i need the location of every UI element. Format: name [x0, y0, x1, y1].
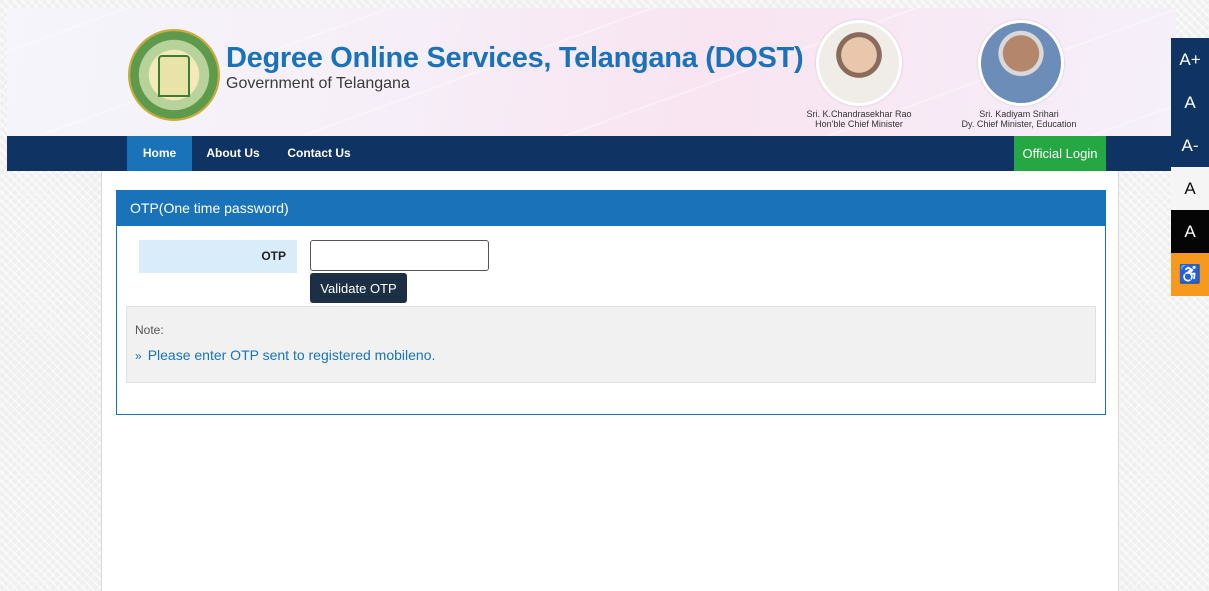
- normal-font-button[interactable]: A: [1171, 81, 1209, 124]
- note-text: Please enter OTP sent to registered mobi…: [147, 347, 436, 363]
- nav-home[interactable]: Home: [127, 136, 192, 171]
- leader-role: Hon'ble Chief Minister: [815, 119, 903, 129]
- otp-panel: OTP(One time password) OTP Validate OTP …: [116, 190, 1106, 415]
- note-box: Note: » Please enter OTP sent to register…: [126, 306, 1096, 383]
- dark-theme-button[interactable]: A: [1171, 210, 1209, 253]
- leader-name: Sri. Kadiyam Srihari: [979, 109, 1059, 119]
- leader-name: Sri. K.Chandrasekhar Rao: [806, 109, 912, 119]
- site-title: Degree Online Services, Telangana (DOST): [226, 42, 804, 74]
- chief-minister-photo: [816, 20, 902, 106]
- accessibility-toolbar: A+ A A- A A ♿: [1171, 38, 1209, 296]
- chief-minister-caption: Sri. K.Chandrasekhar Rao Hon'ble Chief M…: [769, 109, 949, 129]
- official-login-button[interactable]: Official Login: [1014, 136, 1106, 171]
- light-theme-button[interactable]: A: [1171, 167, 1209, 210]
- decrease-font-button[interactable]: A-: [1171, 124, 1209, 167]
- increase-font-button[interactable]: A+: [1171, 38, 1209, 81]
- telangana-emblem-icon: [128, 29, 220, 121]
- deputy-chief-minister-photo: [978, 20, 1064, 106]
- site-subtitle: Government of Telangana: [226, 75, 410, 92]
- main-content: OTP(One time password) OTP Validate OTP …: [101, 171, 1119, 591]
- nav-contact-us[interactable]: Contact Us: [284, 136, 354, 171]
- panel-heading: OTP(One time password): [117, 191, 1105, 226]
- double-chevron-right-icon: »: [135, 349, 142, 363]
- note-item: » Please enter OTP sent to registered mob…: [135, 347, 435, 363]
- note-title: Note:: [135, 323, 164, 337]
- accessibility-icon[interactable]: ♿: [1171, 253, 1209, 296]
- validate-otp-button[interactable]: Validate OTP: [310, 273, 407, 303]
- otp-input[interactable]: [310, 240, 489, 271]
- leader-role: Dy. Chief Minister, Education: [961, 119, 1077, 129]
- otp-label: OTP: [139, 240, 297, 273]
- nav-about-us[interactable]: About Us: [203, 136, 263, 171]
- deputy-chief-minister-caption: Sri. Kadiyam Srihari Dy. Chief Minister,…: [929, 109, 1109, 129]
- site-header: Degree Online Services, Telangana (DOST)…: [7, 8, 1176, 136]
- main-navbar: Home About Us Contact Us Official Login: [7, 136, 1209, 171]
